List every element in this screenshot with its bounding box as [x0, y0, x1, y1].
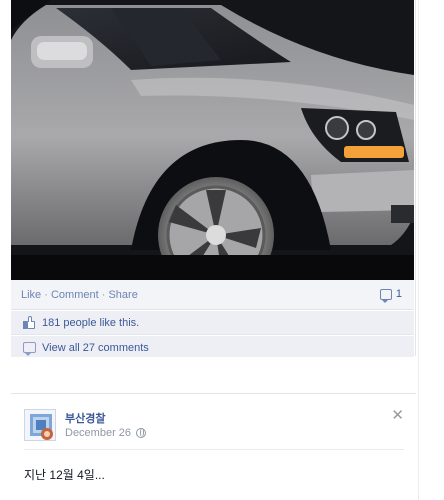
comment-bubble-icon [379, 288, 392, 303]
car-photo-image [11, 0, 414, 280]
post-text: 지난 12월 4일... [24, 468, 105, 482]
comment-bubble-icon [23, 342, 36, 356]
likes-count-text[interactable]: 181 people like this. [42, 317, 139, 329]
globe-icon [136, 428, 147, 438]
view-all-comments-link[interactable]: View all 27 comments [42, 342, 149, 354]
post-actions-bar: Like · Comment · Share 1 [11, 280, 414, 310]
divider [24, 449, 404, 450]
feed-gap [0, 357, 444, 392]
close-icon[interactable]: ✕ [391, 406, 404, 424]
post-card: Like · Comment · Share 1 181 people like… [11, 0, 416, 360]
police-logo-icon [25, 410, 55, 440]
page-edge [418, 0, 444, 500]
comment-count-value: 1 [395, 288, 402, 300]
comment-count[interactable]: 1 [379, 288, 402, 303]
post-timestamp: December 26 [65, 427, 147, 439]
avatar[interactable] [24, 409, 56, 441]
like-link[interactable]: Like [21, 289, 41, 301]
likes-summary-row[interactable]: 181 people like this. [11, 311, 414, 335]
comment-link[interactable]: Comment [51, 289, 99, 301]
post-date[interactable]: December 26 [65, 427, 131, 439]
post-card: 부산경찰 December 26 ✕ 지난 12월 4일... [11, 393, 416, 500]
separator: · [44, 289, 48, 301]
share-link[interactable]: Share [108, 289, 137, 301]
separator: · [101, 289, 106, 301]
like-thumb-icon [23, 316, 36, 329]
post-author[interactable]: 부산경찰 [65, 410, 105, 426]
post-photo[interactable] [11, 0, 414, 280]
